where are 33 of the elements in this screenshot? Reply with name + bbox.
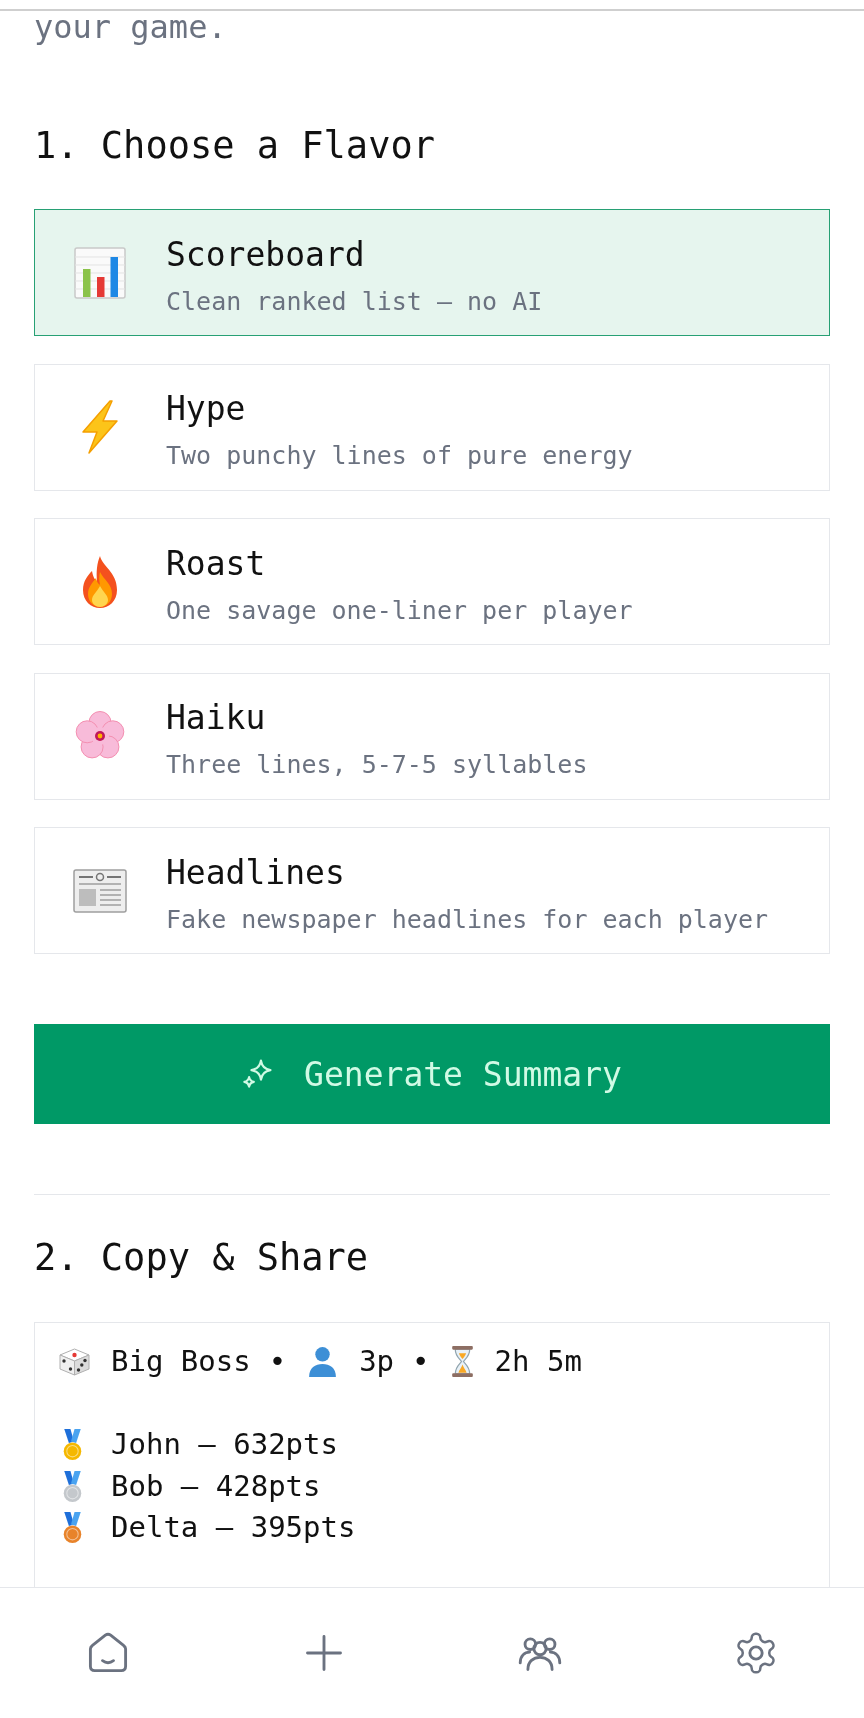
hourglass-icon (449, 1345, 475, 1379)
flavor-title: Haiku (166, 698, 266, 738)
flavor-title: Scoreboard (166, 234, 365, 275)
bullet-separator: • (268, 1343, 287, 1380)
dice-icon (58, 1346, 91, 1377)
game-duration: 2h 5m (494, 1343, 582, 1380)
flavor-option[interactable]: Headlines Fake newspaper headlines for each player (34, 827, 830, 954)
intro-text: your game. (34, 11, 227, 43)
flavor-description: Two punchy lines of pure energy (166, 440, 633, 472)
flavor-description: Three lines, 5-7-5 syllables (166, 749, 588, 781)
flavor-title: Headlines (166, 852, 345, 893)
settings-icon[interactable] (734, 1631, 778, 1675)
flavor-description: One savage one-liner per player (166, 594, 633, 627)
bar-chart-icon (72, 244, 128, 301)
home-icon[interactable] (86, 1631, 130, 1675)
flavor-description: Clean ranked list — no AI (166, 285, 543, 318)
section-heading: 1. Choose a Flavor (34, 124, 435, 168)
ranking-entry: Delta — 395pts (111, 1509, 356, 1546)
sparkle-icon (242, 1059, 273, 1089)
ranking-entry: Bob — 428pts (111, 1467, 321, 1505)
newspaper-icon (72, 867, 128, 914)
flavor-option[interactable]: Scoreboard Clean ranked list — no AI (34, 209, 830, 336)
section-heading: 2. Copy & Share (34, 1236, 369, 1280)
flavor-option[interactable]: Roast One savage one-liner per player (34, 518, 830, 645)
flavor-option[interactable]: Haiku Three lines, 5-7-5 syllables (34, 672, 830, 800)
ranking-entry: John — 632pts (111, 1426, 338, 1463)
flavor-title: Roast (166, 543, 266, 584)
flavor-option[interactable]: Hype Two punchy lines of pure energy (34, 363, 830, 491)
bullet-separator: • (412, 1343, 430, 1380)
flavor-description: Fake newspaper headlines for each player (166, 903, 769, 936)
player-count: 3p (359, 1343, 395, 1380)
flavor-title: Hype (166, 389, 246, 429)
game-name: Big Boss (111, 1343, 251, 1380)
